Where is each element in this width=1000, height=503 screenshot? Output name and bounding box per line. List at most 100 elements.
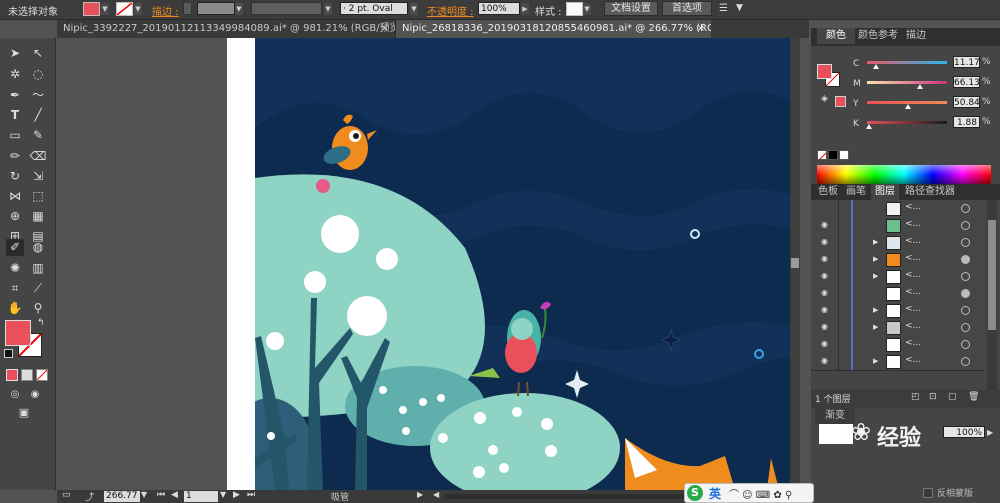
target-circle-icon[interactable] bbox=[961, 238, 970, 247]
visibility-eye-icon[interactable]: ◉ bbox=[821, 289, 830, 297]
lock-column[interactable] bbox=[838, 200, 839, 217]
new-sublayer-icon[interactable]: ⊡ bbox=[929, 392, 937, 402]
layer-name[interactable]: <... bbox=[905, 338, 921, 348]
gradient-mode-icon[interactable] bbox=[21, 369, 33, 381]
layer-row[interactable]: ◉ <... bbox=[811, 217, 984, 235]
opacity-dropdown[interactable]: ▶ bbox=[521, 3, 529, 15]
expand-arrow-icon[interactable]: ▶ bbox=[873, 238, 878, 246]
slider-knob[interactable] bbox=[904, 104, 911, 109]
lock-column[interactable] bbox=[838, 268, 839, 285]
visibility-eye-icon[interactable]: ◉ bbox=[821, 357, 830, 365]
artboard-tool-icon[interactable]: ⌗ bbox=[6, 280, 24, 297]
horizontal-scrollbar[interactable] bbox=[445, 494, 695, 499]
expand-arrow-icon[interactable]: ▶ bbox=[873, 272, 878, 280]
trash-icon[interactable]: 🗑 bbox=[968, 392, 979, 402]
direct-selection-tool-icon[interactable]: ↖ bbox=[29, 45, 47, 62]
layer-name[interactable]: <... bbox=[905, 270, 921, 280]
screen-mode-icon[interactable]: ▣ bbox=[15, 404, 33, 421]
symbol-sprayer-tool-icon[interactable]: ✺ bbox=[6, 260, 24, 277]
layer-row[interactable]: ◉ ▶ <... bbox=[811, 234, 984, 252]
artboard-number-input[interactable]: 1 bbox=[184, 491, 218, 502]
fill-color-box[interactable] bbox=[817, 64, 832, 79]
stroke-label[interactable]: 描边 : bbox=[152, 3, 179, 18]
lock-column[interactable] bbox=[838, 217, 839, 234]
layer-row[interactable]: ◉ ▶ <... bbox=[811, 319, 984, 337]
ime-language-label[interactable]: 英 bbox=[709, 485, 721, 502]
transparency-opacity-input[interactable]: 100% bbox=[943, 426, 985, 438]
perspective-grid-tool-icon[interactable]: ▦ bbox=[29, 208, 47, 225]
last-artboard-icon[interactable]: ⏭ bbox=[247, 490, 255, 500]
swap-fill-stroke-icon[interactable]: ↰ bbox=[37, 318, 45, 328]
eraser-tool-icon[interactable]: ⌫ bbox=[29, 148, 47, 165]
visibility-eye-icon[interactable]: ◉ bbox=[821, 221, 830, 229]
draw-mode-icon[interactable]: ◎ bbox=[6, 386, 24, 403]
visibility-eye-icon[interactable]: ◉ bbox=[821, 255, 830, 263]
target-circle-icon[interactable] bbox=[961, 289, 970, 298]
document-setup-button[interactable]: 文档设置 bbox=[604, 1, 658, 16]
zoom-tool-icon[interactable]: ⚲ bbox=[29, 300, 47, 317]
none-swatch[interactable] bbox=[817, 150, 827, 160]
channel-slider[interactable] bbox=[867, 61, 947, 64]
layer-row[interactable]: ◉ <... bbox=[811, 336, 984, 354]
layer-name[interactable]: <... bbox=[905, 321, 921, 331]
artboard-dropdown[interactable]: ▼ bbox=[220, 490, 226, 499]
visibility-eye-icon[interactable]: ◉ bbox=[821, 238, 830, 246]
layer-name[interactable]: <... bbox=[905, 355, 921, 365]
expand-arrow-icon[interactable]: ▶ bbox=[873, 306, 878, 314]
layer-name[interactable]: <... bbox=[905, 202, 921, 212]
variable-width-input[interactable] bbox=[251, 2, 322, 15]
tab-color[interactable]: 颜色 bbox=[817, 28, 855, 44]
fill-swatch[interactable] bbox=[83, 2, 100, 16]
opacity-dropdown[interactable]: ▶ bbox=[987, 428, 993, 437]
invert-mask-checkbox[interactable] bbox=[923, 488, 933, 498]
channel-value-input[interactable]: 11.17 bbox=[953, 56, 980, 68]
stroke-swatch[interactable] bbox=[116, 2, 133, 16]
layer-row[interactable]: ◉ ▶ <... bbox=[811, 251, 984, 269]
expand-arrow-icon[interactable]: ▶ bbox=[873, 255, 878, 263]
target-circle-icon[interactable] bbox=[961, 357, 970, 366]
lock-column[interactable] bbox=[838, 251, 839, 268]
tab-document-2[interactable]: Nipic_26818336_20190318120855460981.ai* … bbox=[395, 20, 711, 38]
opacity-input[interactable]: 100% bbox=[478, 2, 520, 15]
target-circle-icon[interactable] bbox=[961, 306, 970, 315]
tab-brushes[interactable]: 画笔 bbox=[843, 184, 869, 200]
status-menu-icon[interactable]: ▶ bbox=[417, 490, 423, 499]
lock-column[interactable] bbox=[838, 302, 839, 319]
visibility-eye-icon[interactable]: ◉ bbox=[821, 340, 830, 348]
ime-tool-icons[interactable]: ⌒ ☺ ⌨ ✿ ⚲ bbox=[729, 486, 792, 501]
lasso-tool-icon[interactable]: ◌ bbox=[29, 66, 47, 83]
lock-column[interactable] bbox=[838, 336, 839, 353]
channel-value-input[interactable]: 66.13 bbox=[953, 76, 980, 88]
color-spectrum[interactable] bbox=[817, 165, 991, 186]
share-icon[interactable]: ⤴ bbox=[85, 490, 94, 503]
hand-tool-icon[interactable]: ✋ bbox=[6, 300, 24, 317]
curvature-tool-icon[interactable]: 〜 bbox=[29, 87, 47, 104]
variable-width-dropdown[interactable]: ▼ bbox=[324, 3, 332, 15]
color-mode-icon[interactable] bbox=[6, 369, 18, 381]
target-circle-icon[interactable] bbox=[961, 272, 970, 281]
white-swatch[interactable] bbox=[839, 150, 849, 160]
channel-value-input[interactable]: 50.84 bbox=[953, 96, 980, 108]
style-swatch[interactable] bbox=[566, 2, 583, 16]
layer-row[interactable]: ◉ ▶ <... bbox=[811, 353, 984, 371]
expand-arrow-icon[interactable]: ▶ bbox=[873, 323, 878, 331]
stroke-weight-stepper[interactable] bbox=[183, 2, 192, 15]
layer-name[interactable]: <... bbox=[905, 253, 921, 263]
target-circle-icon[interactable] bbox=[961, 255, 970, 264]
tab-stroke[interactable]: 描边 bbox=[901, 28, 931, 44]
panel-menu-icon[interactable]: ▼ bbox=[736, 3, 743, 13]
opacity-label[interactable]: 不透明度 : bbox=[427, 3, 474, 18]
lock-column[interactable] bbox=[838, 353, 839, 370]
tab-gradient[interactable]: 渐变 bbox=[815, 408, 855, 424]
magic-wand-tool-icon[interactable]: ✲ bbox=[6, 66, 24, 83]
pen-tool-icon[interactable]: ✒ bbox=[6, 87, 24, 104]
stroke-dropdown[interactable]: ▼ bbox=[134, 3, 142, 15]
fill-dropdown[interactable]: ▼ bbox=[101, 3, 109, 15]
tab-pathfinder[interactable]: 路径查找器 bbox=[901, 184, 959, 200]
width-tool-icon[interactable]: ⋈ bbox=[6, 188, 24, 205]
scroll-left-icon[interactable]: ◀ bbox=[433, 490, 439, 499]
stroke-weight-input[interactable] bbox=[197, 2, 235, 15]
shape-builder-tool-icon[interactable]: ⊕ bbox=[6, 208, 24, 225]
tab-swatches[interactable]: 色板 bbox=[815, 184, 841, 200]
target-circle-icon[interactable] bbox=[961, 221, 970, 230]
